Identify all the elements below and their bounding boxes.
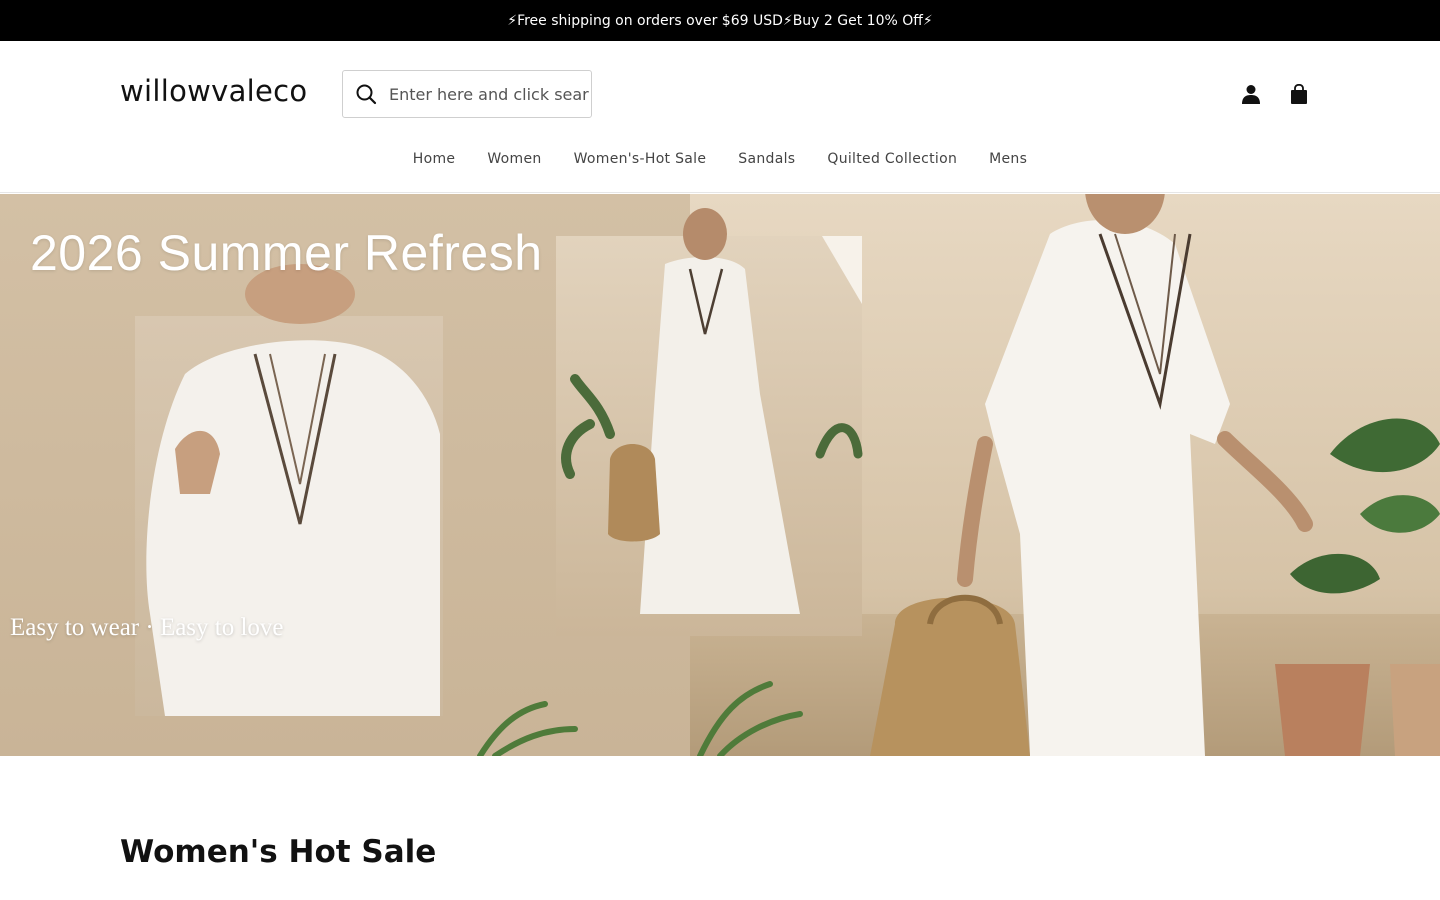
search-icon[interactable] [343,71,389,117]
nav-item-mens[interactable]: Mens [973,151,1043,167]
search-box[interactable] [342,70,592,118]
nav-item-sandals[interactable]: Sandals [722,151,811,167]
account-icon[interactable] [1240,81,1262,107]
announcement-text: ⚡Free shipping on orders over $69 USD⚡Bu… [507,12,933,29]
site-header: willowvaleco Home Women Women's-Hot Sal [0,41,1440,193]
nav-item-womens-hot-sale[interactable]: Women's-Hot Sale [558,151,723,167]
search-input[interactable] [389,74,589,114]
main-nav: Home Women Women's-Hot Sale Sandals Quil… [0,151,1440,167]
site-logo[interactable]: willowvaleco [120,74,307,108]
section-title: Women's Hot Sale [120,834,437,870]
hero-tagline: Easy to wear · Easy to love [10,614,284,641]
nav-item-home[interactable]: Home [397,151,472,167]
announcement-bar: ⚡Free shipping on orders over $69 USD⚡Bu… [0,0,1440,41]
cart-icon[interactable] [1288,81,1310,107]
nav-item-women[interactable]: Women [471,151,557,167]
hero-title: 2026 Summer Refresh [30,225,543,281]
hero-banner[interactable]: 2026 Summer Refresh Easy to wear · Easy … [0,194,1440,756]
header-actions [1240,81,1310,107]
nav-item-quilted-collection[interactable]: Quilted Collection [811,151,973,167]
